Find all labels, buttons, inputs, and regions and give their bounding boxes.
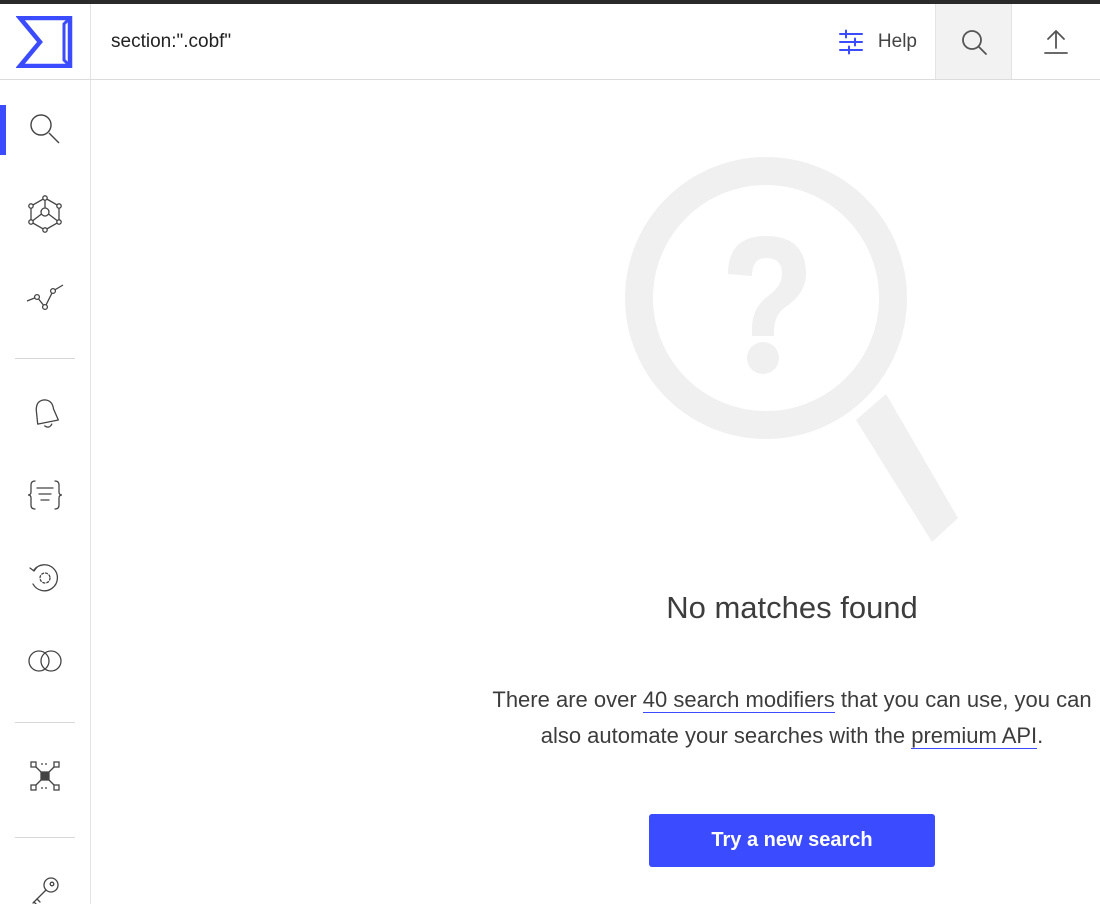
empty-state-description: There are over 40 search modifiers that …: [488, 682, 1096, 754]
bell-icon: [35, 399, 59, 428]
logo[interactable]: [0, 4, 91, 79]
trend-line-icon: [26, 284, 64, 311]
sidebar-item-api-key[interactable]: [0, 860, 90, 904]
sidebar-item-search[interactable]: [0, 99, 90, 161]
search-icon: [30, 114, 60, 144]
upload-button[interactable]: [1011, 4, 1100, 79]
desc-text: There are over: [492, 687, 643, 712]
try-new-search-button[interactable]: Try a new search: [649, 814, 935, 867]
rules-brackets-icon: [27, 480, 63, 510]
search-icon: [961, 29, 987, 55]
sigma-logo-icon: [16, 15, 73, 68]
empty-state-title: No matches found: [666, 590, 918, 625]
upload-icon: [1044, 29, 1068, 54]
sidebar-item-rules[interactable]: [0, 464, 90, 526]
top-bar: Help: [0, 4, 1100, 80]
magnifier-question-icon: [624, 152, 964, 552]
graph-network-icon: [28, 195, 62, 233]
key-icon: [32, 877, 59, 904]
search-bar: [91, 4, 838, 79]
sidebar-divider: [15, 837, 75, 838]
premium-api-link[interactable]: premium API: [911, 723, 1038, 749]
sidebar-divider: [15, 358, 75, 359]
sidebar-item-diff[interactable]: [0, 630, 90, 692]
sidebar-item-collections[interactable]: [0, 745, 90, 807]
overlap-circles-icon: [28, 650, 62, 672]
sidebar-item-graph[interactable]: [0, 183, 90, 245]
search-modifiers-link[interactable]: 40 search modifiers: [642, 687, 835, 713]
sidebar-item-retrohunt[interactable]: [0, 547, 90, 609]
main-content: No matches found There are over 40 searc…: [92, 80, 1100, 904]
sidebar-divider: [15, 722, 75, 723]
sliders-icon: [838, 29, 863, 54]
sidebar: [0, 80, 91, 904]
search-button[interactable]: [935, 4, 1011, 79]
cluster-icon: [30, 761, 60, 791]
sidebar-item-trends[interactable]: [0, 266, 90, 328]
retrohunt-icon: [29, 564, 59, 592]
desc-text: .: [1037, 723, 1044, 748]
sidebar-item-notifications[interactable]: [0, 381, 90, 443]
help-label: Help: [877, 30, 917, 52]
search-input[interactable]: [111, 30, 711, 53]
help-button[interactable]: Help: [838, 4, 935, 79]
